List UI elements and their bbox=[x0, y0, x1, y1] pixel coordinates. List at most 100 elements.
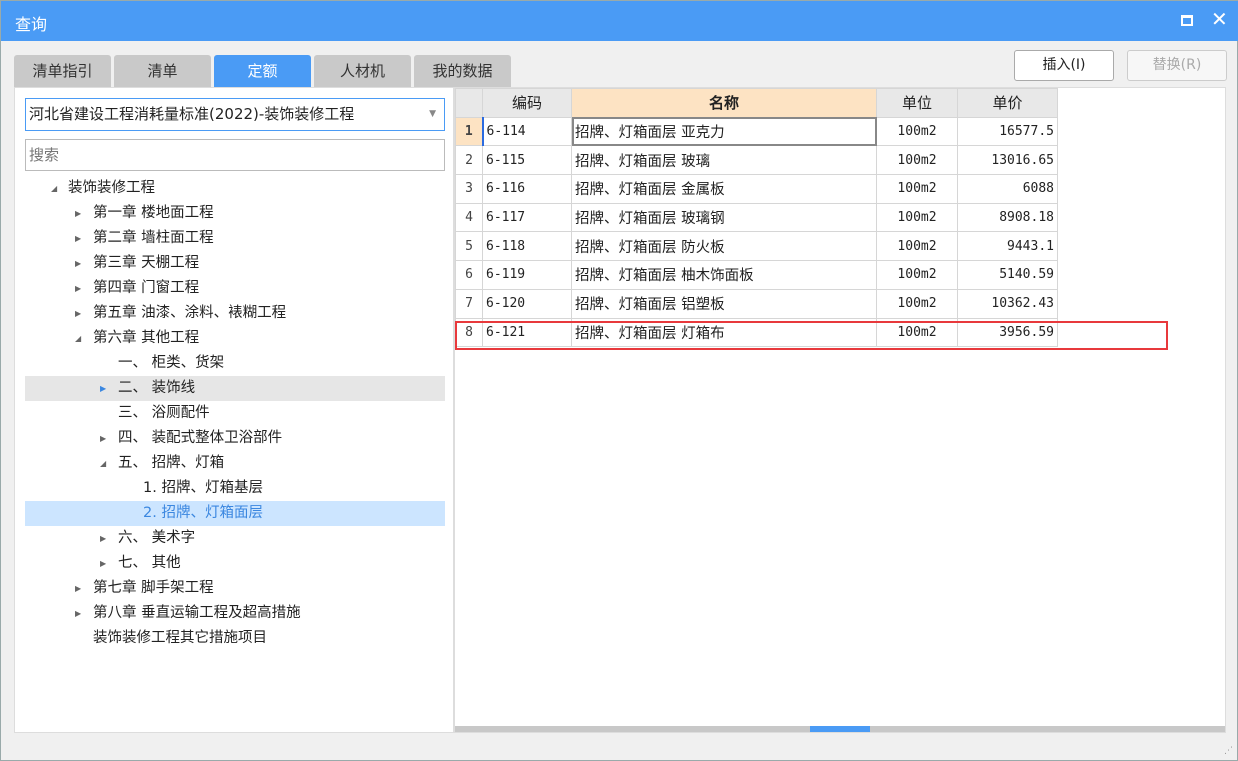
tree-node[interactable]: ◢ 第六章 其他工程 bbox=[25, 326, 445, 351]
cell-unit[interactable]: 100m2 bbox=[876, 174, 958, 204]
cell-code[interactable]: 6-118 bbox=[482, 231, 572, 262]
scroll-thumb[interactable] bbox=[810, 726, 870, 732]
header-name[interactable]: 名称 bbox=[571, 88, 877, 118]
cell-unit[interactable]: 100m2 bbox=[876, 202, 958, 233]
cell-code[interactable]: 6-117 bbox=[482, 202, 572, 233]
library-select[interactable]: 河北省建设工程消耗量标准(2022)-装饰装修工程 ▼ bbox=[25, 98, 445, 131]
caret-right-icon[interactable]: ▶ bbox=[75, 276, 81, 301]
row-number[interactable]: 1 bbox=[455, 116, 483, 147]
tree-node[interactable]: ▶ 七、 其他 bbox=[25, 551, 445, 576]
cell-price[interactable]: 16577.5 bbox=[957, 116, 1058, 147]
cell-price[interactable]: 3956.59 bbox=[957, 317, 1058, 348]
cell-unit[interactable]: 100m2 bbox=[876, 260, 958, 290]
caret-down-icon[interactable]: ◢ bbox=[75, 326, 81, 351]
row-number[interactable]: 6 bbox=[455, 260, 483, 290]
chevron-down-icon[interactable]: ▼ bbox=[429, 99, 436, 130]
table-row[interactable]: 2 6-115 招牌、灯箱面层 玻璃 100m2 13016.65 bbox=[455, 145, 1058, 176]
header-code[interactable]: 编码 bbox=[482, 88, 572, 118]
table-row[interactable]: 4 6-117 招牌、灯箱面层 玻璃钢 100m2 8908.18 bbox=[455, 202, 1058, 233]
tree-node[interactable]: 一、 柜类、货架 bbox=[25, 351, 445, 376]
resize-grip-icon[interactable]: ⋰ bbox=[1224, 746, 1233, 756]
cell-name[interactable]: 招牌、灯箱面层 防火板 bbox=[571, 231, 877, 262]
cell-name[interactable]: 招牌、灯箱面层 玻璃 bbox=[571, 145, 877, 176]
tree-node[interactable]: 三、 浴厕配件 bbox=[25, 401, 445, 426]
tab-bill-guide[interactable]: 清单指引 bbox=[14, 55, 111, 87]
cell-code[interactable]: 6-115 bbox=[482, 145, 572, 176]
tab-my-data[interactable]: 我的数据 bbox=[414, 55, 511, 87]
cell-code[interactable]: 6-119 bbox=[482, 260, 572, 290]
table-row[interactable]: 7 6-120 招牌、灯箱面层 铝塑板 100m2 10362.43 bbox=[455, 288, 1058, 319]
tree-node[interactable]: 1. 招牌、灯箱基层 bbox=[25, 476, 445, 501]
maximize-icon[interactable] bbox=[1181, 15, 1193, 26]
cell-price[interactable]: 10362.43 bbox=[957, 288, 1058, 319]
cell-code[interactable]: 6-116 bbox=[482, 174, 572, 204]
caret-right-icon[interactable]: ▶ bbox=[75, 576, 81, 601]
tab-quota[interactable]: 定额 bbox=[214, 55, 311, 87]
search-input[interactable] bbox=[25, 139, 445, 171]
tab-bill[interactable]: 清单 bbox=[114, 55, 211, 87]
cell-unit[interactable]: 100m2 bbox=[876, 116, 958, 147]
caret-right-icon[interactable]: ▶ bbox=[75, 301, 81, 326]
cell-price[interactable]: 9443.1 bbox=[957, 231, 1058, 262]
cell-price[interactable]: 6088 bbox=[957, 174, 1058, 204]
caret-down-icon[interactable]: ◢ bbox=[51, 176, 57, 201]
tree-node[interactable]: ▶ 四、 装配式整体卫浴部件 bbox=[25, 426, 445, 451]
tree-node[interactable]: ▶ 第三章 天棚工程 bbox=[25, 251, 445, 276]
tree-node[interactable]: ▶ 第二章 墙柱面工程 bbox=[25, 226, 445, 251]
caret-right-icon[interactable]: ▶ bbox=[100, 426, 106, 451]
cell-code[interactable]: 6-114 bbox=[481, 116, 572, 147]
tab-materials[interactable]: 人材机 bbox=[314, 55, 411, 87]
tree-node[interactable]: ▶ 第七章 脚手架工程 bbox=[25, 576, 445, 601]
cell-name[interactable]: 招牌、灯箱面层 金属板 bbox=[571, 174, 877, 204]
table-row[interactable]: 3 6-116 招牌、灯箱面层 金属板 100m2 6088 bbox=[455, 174, 1058, 204]
tree-node[interactable]: ◢ 装饰装修工程 bbox=[25, 176, 445, 201]
cell-name[interactable]: 招牌、灯箱面层 灯箱布 bbox=[571, 317, 877, 348]
tree-node[interactable]: 2. 招牌、灯箱面层 bbox=[25, 501, 445, 526]
table-row[interactable]: 5 6-118 招牌、灯箱面层 防火板 100m2 9443.1 bbox=[455, 231, 1058, 262]
row-number[interactable]: 4 bbox=[455, 202, 483, 233]
caret-right-icon[interactable]: ▶ bbox=[75, 601, 81, 626]
row-number[interactable]: 3 bbox=[455, 174, 483, 204]
cell-name[interactable]: 招牌、灯箱面层 亚克力 bbox=[571, 116, 877, 147]
cell-name[interactable]: 招牌、灯箱面层 玻璃钢 bbox=[571, 202, 877, 233]
table-row[interactable]: 8 6-121 招牌、灯箱面层 灯箱布 100m2 3956.59 bbox=[455, 317, 1058, 348]
row-number[interactable]: 8 bbox=[455, 317, 483, 348]
row-number[interactable]: 7 bbox=[455, 288, 483, 319]
cell-unit[interactable]: 100m2 bbox=[876, 145, 958, 176]
tree-node[interactable]: 装饰装修工程其它措施项目 bbox=[25, 626, 445, 651]
cell-unit[interactable]: 100m2 bbox=[876, 231, 958, 262]
tree-node[interactable]: ▶ 二、 装饰线 bbox=[25, 376, 445, 401]
header-price[interactable]: 单价 bbox=[957, 88, 1058, 118]
row-number[interactable]: 2 bbox=[455, 145, 483, 176]
replace-button[interactable]: 替换(R) bbox=[1127, 50, 1227, 81]
table-row[interactable]: 1 6-114 招牌、灯箱面层 亚克力 100m2 16577.5 bbox=[455, 116, 1058, 147]
close-icon[interactable]: ✕ bbox=[1211, 7, 1228, 31]
table-row[interactable]: 6 6-119 招牌、灯箱面层 柚木饰面板 100m2 5140.59 bbox=[455, 260, 1058, 290]
tree-node[interactable]: ◢ 五、 招牌、灯箱 bbox=[25, 451, 445, 476]
caret-right-icon[interactable]: ▶ bbox=[100, 376, 106, 401]
caret-right-icon[interactable]: ▶ bbox=[75, 201, 81, 226]
caret-right-icon[interactable]: ▶ bbox=[75, 226, 81, 251]
caret-right-icon[interactable]: ▶ bbox=[100, 551, 106, 576]
caret-right-icon[interactable]: ▶ bbox=[75, 251, 81, 276]
horizontal-scrollbar[interactable] bbox=[455, 726, 1225, 732]
tree-node[interactable]: ▶ 第五章 油漆、涂料、裱糊工程 bbox=[25, 301, 445, 326]
tree-node[interactable]: ▶ 第一章 楼地面工程 bbox=[25, 201, 445, 226]
tree-node[interactable]: ▶ 六、 美术字 bbox=[25, 526, 445, 551]
cell-name[interactable]: 招牌、灯箱面层 铝塑板 bbox=[571, 288, 877, 319]
cell-unit[interactable]: 100m2 bbox=[876, 317, 958, 348]
insert-button[interactable]: 插入(I) bbox=[1014, 50, 1114, 81]
cell-code[interactable]: 6-120 bbox=[482, 288, 572, 319]
cell-unit[interactable]: 100m2 bbox=[876, 288, 958, 319]
header-unit[interactable]: 单位 bbox=[876, 88, 958, 118]
tree-node[interactable]: ▶ 第四章 门窗工程 bbox=[25, 276, 445, 301]
cell-price[interactable]: 8908.18 bbox=[957, 202, 1058, 233]
cell-code[interactable]: 6-121 bbox=[482, 317, 572, 348]
cell-name[interactable]: 招牌、灯箱面层 柚木饰面板 bbox=[571, 260, 877, 290]
caret-right-icon[interactable]: ▶ bbox=[100, 526, 106, 551]
caret-down-icon[interactable]: ◢ bbox=[100, 451, 106, 476]
cell-price[interactable]: 5140.59 bbox=[957, 260, 1058, 290]
cell-price[interactable]: 13016.65 bbox=[957, 145, 1058, 176]
tree-node[interactable]: ▶ 第八章 垂直运输工程及超高措施 bbox=[25, 601, 445, 626]
row-number[interactable]: 5 bbox=[455, 231, 483, 262]
